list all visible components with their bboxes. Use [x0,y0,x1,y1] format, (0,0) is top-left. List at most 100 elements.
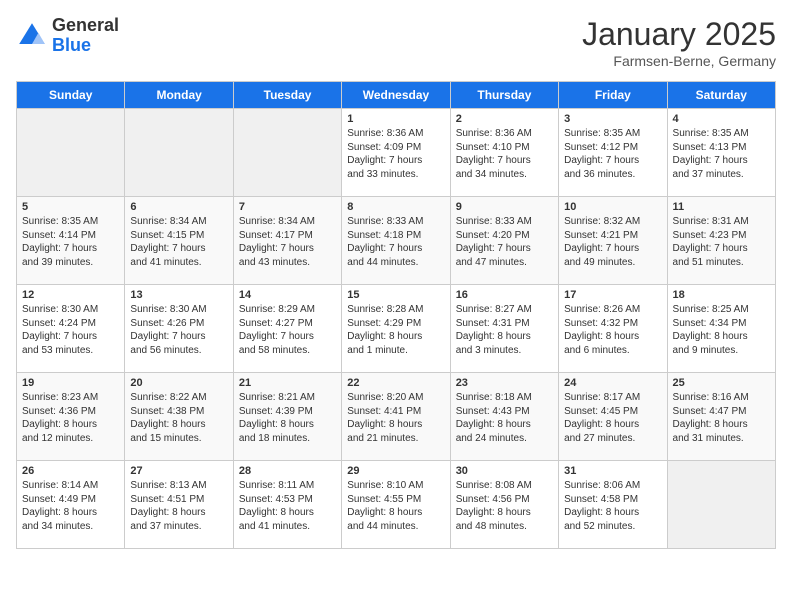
day-number: 3 [564,113,661,125]
cell-info: and 9 minutes. [673,344,770,358]
page-header: General Blue January 2025 Farmsen-Berne,… [16,16,776,69]
cell-info: and 34 minutes. [22,520,119,534]
day-header-tuesday: Tuesday [233,82,341,109]
title-block: January 2025 Farmsen-Berne, Germany [582,16,776,69]
cell-info: and 49 minutes. [564,256,661,270]
day-number: 23 [456,377,553,389]
location: Farmsen-Berne, Germany [582,53,776,69]
calendar-cell: 11Sunrise: 8:31 AMSunset: 4:23 PMDayligh… [667,197,775,285]
day-number: 20 [130,377,227,389]
day-header-friday: Friday [559,82,667,109]
cell-info: Daylight: 8 hours [673,418,770,432]
calendar-cell: 27Sunrise: 8:13 AMSunset: 4:51 PMDayligh… [125,461,233,549]
day-number: 12 [22,289,119,301]
cell-info: and 58 minutes. [239,344,336,358]
day-number: 14 [239,289,336,301]
cell-info: and 24 minutes. [456,432,553,446]
cell-info: and 53 minutes. [22,344,119,358]
cell-info: Sunrise: 8:21 AM [239,391,336,405]
calendar-cell: 1Sunrise: 8:36 AMSunset: 4:09 PMDaylight… [342,109,450,197]
cell-info: and 21 minutes. [347,432,444,446]
cell-info: Sunset: 4:32 PM [564,317,661,331]
calendar-cell: 22Sunrise: 8:20 AMSunset: 4:41 PMDayligh… [342,373,450,461]
cell-info: Sunrise: 8:13 AM [130,479,227,493]
cell-info: and 47 minutes. [456,256,553,270]
calendar-cell: 18Sunrise: 8:25 AMSunset: 4:34 PMDayligh… [667,285,775,373]
logo-general: General [52,16,119,36]
cell-info: and 33 minutes. [347,168,444,182]
cell-info: Daylight: 7 hours [22,330,119,344]
cell-info: Sunset: 4:49 PM [22,493,119,507]
cell-info: Daylight: 8 hours [673,330,770,344]
cell-info: Sunset: 4:29 PM [347,317,444,331]
cell-info: Daylight: 7 hours [22,242,119,256]
cell-info: Daylight: 8 hours [239,506,336,520]
cell-info: Sunset: 4:24 PM [22,317,119,331]
cell-info: Sunset: 4:27 PM [239,317,336,331]
week-row-5: 26 Sunrise: 8:14 AMSunset: 4:49 PM Dayligh… [17,461,776,549]
cell-info: Sunset: 4:41 PM [347,405,444,419]
cell-info: Sunset: 4:51 PM [130,493,227,507]
cell-info: Daylight: 7 hours [456,154,553,168]
cell-info: and 44 minutes. [347,520,444,534]
cell-info: Sunset: 4:26 PM [130,317,227,331]
cell-info: Sunset: 4:45 PM [564,405,661,419]
cell-info: and 18 minutes. [239,432,336,446]
calendar-cell [17,109,125,197]
calendar-cell [667,461,775,549]
cell-info: Daylight: 8 hours [564,330,661,344]
calendar-cell: 13Sunrise: 8:30 AMSunset: 4:26 PMDayligh… [125,285,233,373]
cell-info: Sunrise: 8:35 AM [673,127,770,141]
cell-info: Daylight: 7 hours [239,330,336,344]
calendar-cell: 6Sunrise: 8:34 AMSunset: 4:15 PMDaylight… [125,197,233,285]
cell-info: Sunset: 4:31 PM [456,317,553,331]
cell-info: and 15 minutes. [130,432,227,446]
day-number: 21 [239,377,336,389]
day-number: 11 [673,201,770,213]
day-number: 24 [564,377,661,389]
cell-info: Sunrise: 8:25 AM [673,303,770,317]
day-number: 16 [456,289,553,301]
cell-info: Daylight: 7 hours [347,154,444,168]
month-title: January 2025 [582,16,776,53]
cell-info: Sunset: 4:38 PM [130,405,227,419]
cell-info: Sunset: 4:23 PM [673,229,770,243]
calendar-cell: 29Sunrise: 8:10 AMSunset: 4:55 PMDayligh… [342,461,450,549]
cell-info: Sunrise: 8:22 AM [130,391,227,405]
logo-icon [16,20,48,52]
cell-info: and 31 minutes. [673,432,770,446]
cell-info: Sunrise: 8:20 AM [347,391,444,405]
cell-info: Sunset: 4:43 PM [456,405,553,419]
calendar-cell: 9Sunrise: 8:33 AMSunset: 4:20 PMDaylight… [450,197,558,285]
cell-info: Sunset: 4:14 PM [22,229,119,243]
cell-info: and 27 minutes. [564,432,661,446]
calendar-cell: 20Sunrise: 8:22 AMSunset: 4:38 PMDayligh… [125,373,233,461]
calendar-cell: 26Sunrise: 8:14 AMSunset: 4:49 PMDayligh… [17,461,125,549]
day-number: 19 [22,377,119,389]
cell-info: and 37 minutes. [130,520,227,534]
calendar-cell: 7Sunrise: 8:34 AMSunset: 4:17 PMDaylight… [233,197,341,285]
day-number: 9 [456,201,553,213]
day-number: 26 [22,465,119,477]
cell-info: Sunset: 4:58 PM [564,493,661,507]
day-number: 13 [130,289,227,301]
day-number: 2 [456,113,553,125]
calendar-cell [125,109,233,197]
cell-info: and 36 minutes. [564,168,661,182]
day-number: 27 [130,465,227,477]
cell-info: and 56 minutes. [130,344,227,358]
cell-info: Sunrise: 8:28 AM [347,303,444,317]
cell-info: Sunrise: 8:17 AM [564,391,661,405]
day-number: 22 [347,377,444,389]
week-row-3: 12Sunrise: 8:30 AMSunset: 4:24 PMDayligh… [17,285,776,373]
cell-info: Sunrise: 8:34 AM [239,215,336,229]
cell-info: and 43 minutes. [239,256,336,270]
cell-info: Sunset: 4:21 PM [564,229,661,243]
cell-info: Sunrise: 8:14 AM [22,479,119,493]
calendar-table: SundayMondayTuesdayWednesdayThursdayFrid… [16,81,776,549]
cell-info: Daylight: 8 hours [456,506,553,520]
day-header-thursday: Thursday [450,82,558,109]
cell-info: Sunrise: 8:27 AM [456,303,553,317]
cell-info: Daylight: 8 hours [347,330,444,344]
calendar-cell: 5Sunrise: 8:35 AMSunset: 4:14 PMDaylight… [17,197,125,285]
